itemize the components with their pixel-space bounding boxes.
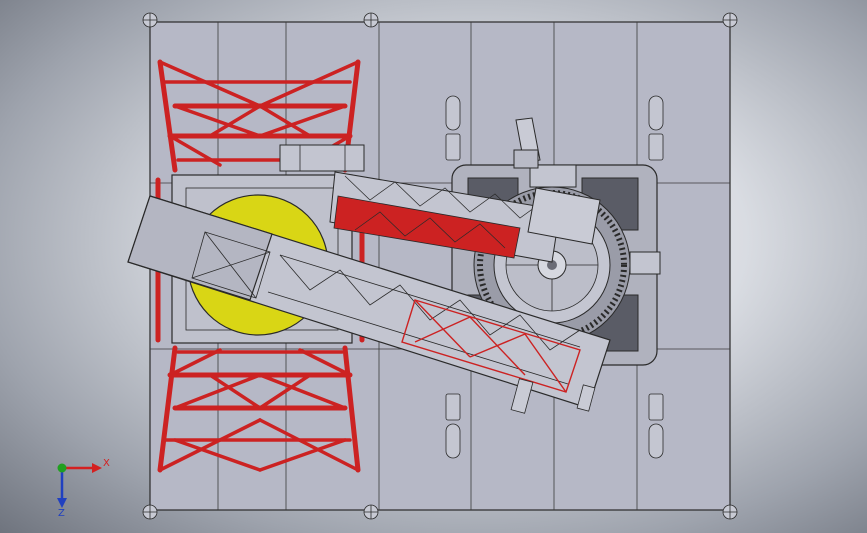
z-axis-label: Z <box>58 508 65 519</box>
cad-viewport[interactable]: X Z <box>0 0 867 533</box>
z-axis-arrowhead <box>57 498 67 508</box>
x-axis-arrowhead <box>92 463 102 473</box>
axis-triad: X Z <box>57 458 110 519</box>
x-axis-label: X <box>103 458 110 469</box>
y-axis-dot <box>57 463 67 473</box>
